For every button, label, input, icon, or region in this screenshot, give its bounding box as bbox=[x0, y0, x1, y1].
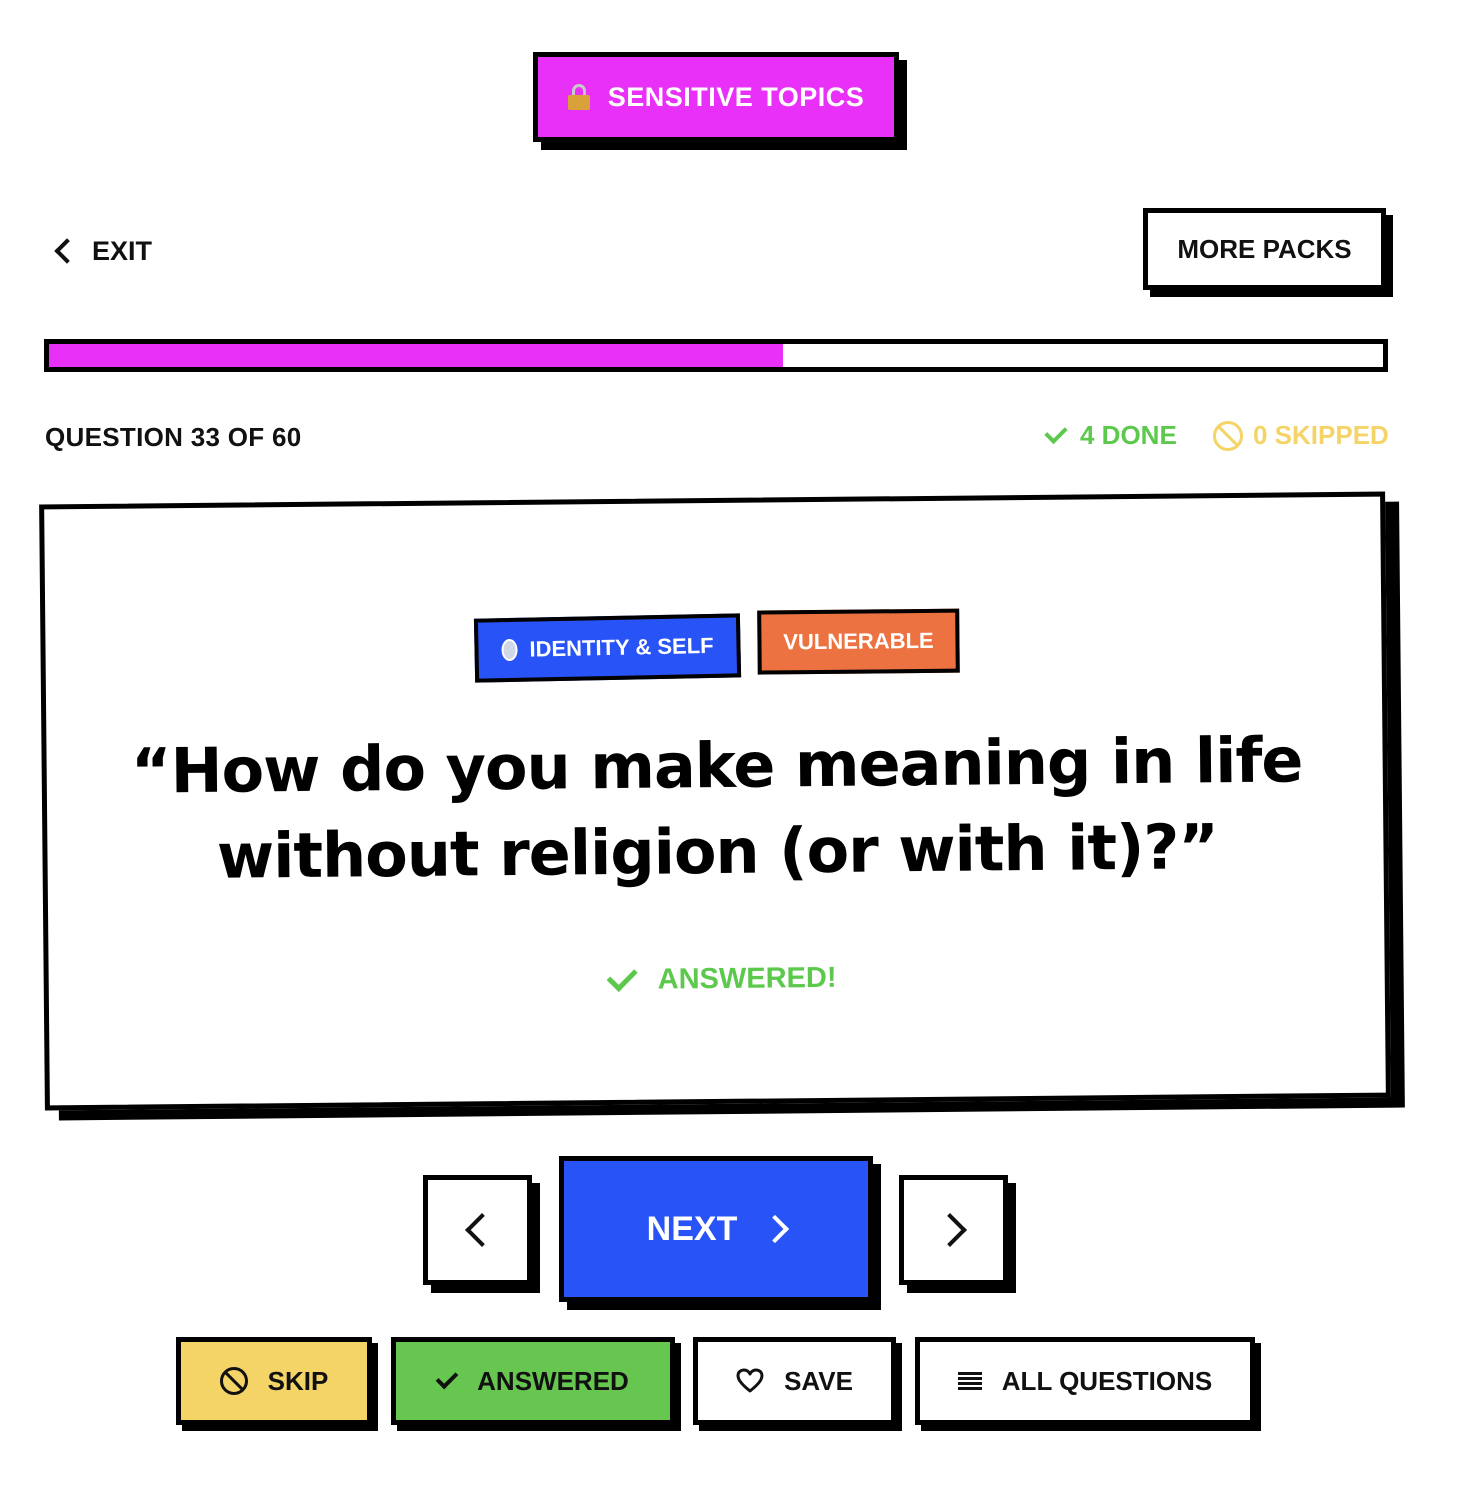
chevron-right-icon bbox=[761, 1214, 790, 1244]
chevron-left-icon bbox=[464, 1213, 499, 1247]
ban-icon bbox=[219, 1367, 248, 1395]
skipped-label: 0 SKIPPED bbox=[1253, 420, 1389, 450]
tag-identity-label: IDENTITY & SELF bbox=[529, 632, 714, 662]
exit-button[interactable]: EXIT bbox=[50, 230, 152, 272]
progress-fill bbox=[49, 344, 783, 367]
pack-label: SENSITIVE TOPICS bbox=[607, 81, 865, 112]
all-questions-button[interactable]: ALL QUESTIONS bbox=[915, 1337, 1255, 1425]
next-label: NEXT bbox=[646, 1209, 738, 1248]
answered-button[interactable]: ANSWERED bbox=[391, 1337, 675, 1425]
exit-label: EXIT bbox=[92, 235, 153, 266]
progress-bar bbox=[44, 339, 1388, 372]
skip-button[interactable]: SKIP bbox=[176, 1337, 372, 1425]
check-icon bbox=[1044, 420, 1068, 445]
check-icon bbox=[606, 960, 638, 992]
skip-label: SKIP bbox=[267, 1365, 329, 1396]
ban-icon bbox=[1213, 420, 1243, 451]
more-packs-label: MORE PACKS bbox=[1177, 233, 1352, 264]
question-card: IDENTITY & SELF VULNERABLE “How do you m… bbox=[39, 491, 1391, 1111]
question-counter: QUESTION 33 OF 60 bbox=[45, 422, 302, 452]
done-stat: 4 DONE bbox=[1044, 420, 1177, 451]
all-questions-label: ALL QUESTIONS bbox=[1001, 1365, 1213, 1396]
chevron-left-icon bbox=[54, 238, 80, 264]
done-label: 4 DONE bbox=[1080, 420, 1177, 450]
tag-vulnerable-label: VULNERABLE bbox=[783, 627, 934, 655]
next-button[interactable]: NEXT bbox=[559, 1156, 873, 1302]
chevron-right-icon bbox=[932, 1213, 967, 1247]
answered-label: ANSWERED bbox=[477, 1365, 629, 1396]
forward-button[interactable] bbox=[899, 1175, 1008, 1285]
lock-icon bbox=[567, 84, 590, 110]
check-icon bbox=[435, 1366, 459, 1390]
answered-status: ANSWERED! bbox=[606, 960, 837, 997]
list-icon bbox=[957, 1372, 982, 1390]
gem-icon bbox=[501, 638, 518, 662]
heart-icon bbox=[736, 1368, 764, 1393]
tag-identity: IDENTITY & SELF bbox=[473, 613, 742, 683]
question-text: “How do you make meaning in life without… bbox=[130, 723, 1303, 893]
save-button[interactable]: SAVE bbox=[693, 1337, 896, 1425]
previous-button[interactable] bbox=[423, 1175, 532, 1285]
pack-badge: SENSITIVE TOPICS bbox=[533, 52, 899, 142]
skipped-stat: 0 SKIPPED bbox=[1213, 420, 1389, 451]
answered-status-label: ANSWERED! bbox=[657, 961, 837, 996]
save-label: SAVE bbox=[784, 1365, 853, 1396]
more-packs-button[interactable]: MORE PACKS bbox=[1143, 208, 1386, 290]
tag-vulnerable: VULNERABLE bbox=[757, 608, 960, 675]
